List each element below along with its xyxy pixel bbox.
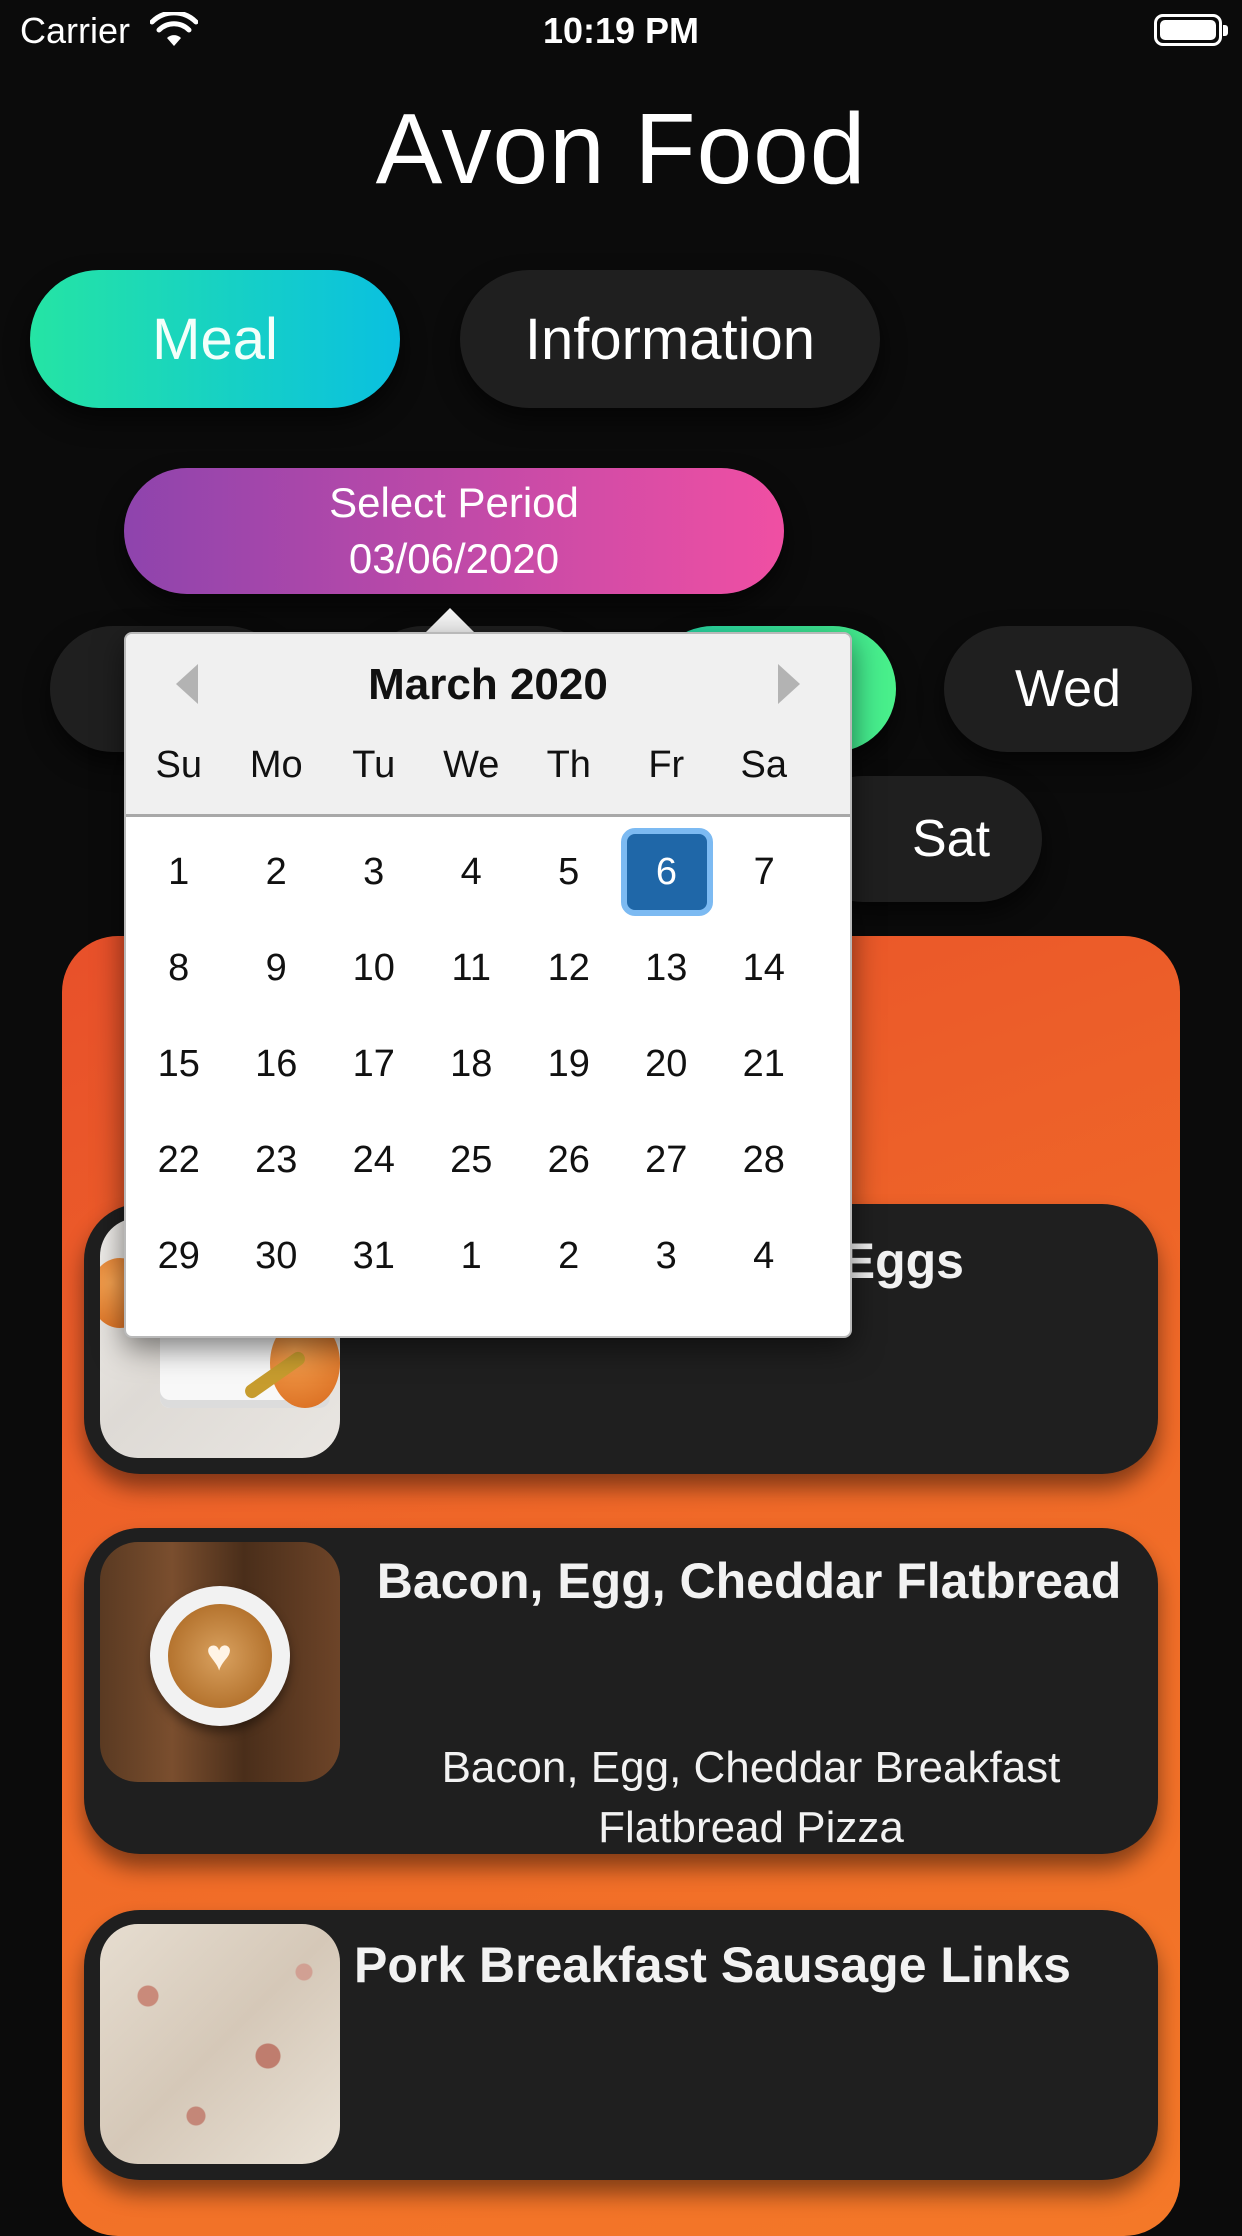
- app-title: Avon Food: [375, 93, 867, 205]
- calendar-header: March 2020 Su Mo Tu We Th Fr Sa: [126, 634, 850, 817]
- weekday-header: Mo: [249, 744, 303, 786]
- calendar-day[interactable]: 19: [520, 1020, 618, 1108]
- calendar-week-row: 29 30 31 1 2 3 4: [130, 1208, 844, 1304]
- calendar-day[interactable]: 27: [618, 1116, 716, 1204]
- calendar-day[interactable]: 15: [130, 1020, 228, 1108]
- tab-meal[interactable]: Meal: [30, 270, 400, 408]
- calendar-day[interactable]: 20: [618, 1020, 716, 1108]
- select-period-button[interactable]: Select Period 03/06/2020: [124, 468, 784, 594]
- calendar-day[interactable]: 16: [228, 1020, 326, 1108]
- calendar-day[interactable]: 29: [130, 1212, 228, 1300]
- meal-image-sausage: [100, 1924, 340, 2164]
- calendar-day[interactable]: 17: [325, 1020, 423, 1108]
- calendar-week-row: 8 9 10 11 12 13 14: [130, 920, 844, 1016]
- calendar-day[interactable]: 28: [715, 1116, 813, 1204]
- select-period-date: 03/06/2020: [348, 535, 560, 582]
- meal-item[interactable]: ♥ Bacon, Egg, Cheddar Flatbread Bacon, E…: [84, 1528, 1158, 1854]
- calendar-day-selected[interactable]: 6: [620, 828, 713, 916]
- calendar-day[interactable]: 1: [130, 828, 228, 916]
- calendar-day[interactable]: 26: [520, 1116, 618, 1204]
- battery-icon: [1154, 14, 1228, 46]
- calendar-day[interactable]: 23: [228, 1116, 326, 1204]
- calendar-day[interactable]: 31: [325, 1212, 423, 1300]
- calendar-week-row: 15 16 17 18 19 20 21: [130, 1016, 844, 1112]
- meal-title: Bacon, Egg, Cheddar Flatbread: [376, 1553, 1122, 1609]
- calendar-month-title: March 2020: [368, 660, 608, 709]
- calendar-day[interactable]: 3: [618, 1212, 716, 1300]
- meal-description: Bacon, Egg, Cheddar Breakfast Flatbread …: [441, 1743, 1061, 1852]
- meal-item[interactable]: Pork Breakfast Sausage Links: [84, 1910, 1158, 2180]
- calendar-day[interactable]: 25: [423, 1116, 521, 1204]
- tab-information[interactable]: Information: [460, 270, 880, 408]
- next-month-icon[interactable]: [778, 664, 800, 704]
- weekday-header-row: Su Mo Tu We Th Fr Sa: [126, 744, 850, 787]
- calendar-day[interactable]: 30: [228, 1212, 326, 1300]
- calendar-day[interactable]: 21: [715, 1020, 813, 1108]
- calendar-day[interactable]: 5: [520, 828, 618, 916]
- calendar-day[interactable]: 24: [325, 1116, 423, 1204]
- day-button-wed[interactable]: Wed: [944, 626, 1192, 752]
- calendar-day[interactable]: 22: [130, 1116, 228, 1204]
- weekday-header: Fr: [648, 744, 685, 786]
- meal-image-coffee: ♥: [100, 1542, 340, 1782]
- calendar-day[interactable]: 4: [423, 828, 521, 916]
- calendar-day[interactable]: 18: [423, 1020, 521, 1108]
- calendar-day[interactable]: 14: [715, 924, 813, 1012]
- meal-title: Pork Breakfast Sausage Links: [354, 1937, 1071, 1993]
- weekday-header: Su: [155, 744, 202, 786]
- calendar-day[interactable]: 9: [228, 924, 326, 1012]
- calendar-day[interactable]: 1: [423, 1212, 521, 1300]
- calendar-grid: 1 2 3 4 5 6 7 8 9 10 11 12 13 14 15 16 1…: [130, 824, 844, 1304]
- select-period-label: Select Period: [329, 479, 579, 526]
- weekday-header: Th: [546, 744, 591, 786]
- calendar-day[interactable]: 7: [716, 828, 814, 916]
- calendar-day[interactable]: 2: [228, 828, 326, 916]
- calendar-popover-arrow: [424, 608, 476, 634]
- status-time: 10:19 PM: [542, 10, 700, 51]
- calendar-day[interactable]: 8: [130, 924, 228, 1012]
- date-picker-calendar: March 2020 Su Mo Tu We Th Fr Sa 1 2 3 4 …: [124, 632, 852, 1338]
- calendar-week-row: 1 2 3 4 5 6 7: [130, 824, 844, 920]
- weekday-header: Tu: [352, 744, 396, 786]
- weekday-header: Sa: [740, 744, 787, 786]
- calendar-day[interactable]: 10: [325, 924, 423, 1012]
- weekday-header: We: [443, 744, 500, 786]
- calendar-day[interactable]: 12: [520, 924, 618, 1012]
- calendar-day[interactable]: 2: [520, 1212, 618, 1300]
- calendar-week-row: 22 23 24 25 26 27 28: [130, 1112, 844, 1208]
- calendar-day[interactable]: 3: [325, 828, 423, 916]
- calendar-day[interactable]: 13: [618, 924, 716, 1012]
- calendar-day[interactable]: 4: [715, 1212, 813, 1300]
- calendar-day[interactable]: 11: [423, 924, 521, 1012]
